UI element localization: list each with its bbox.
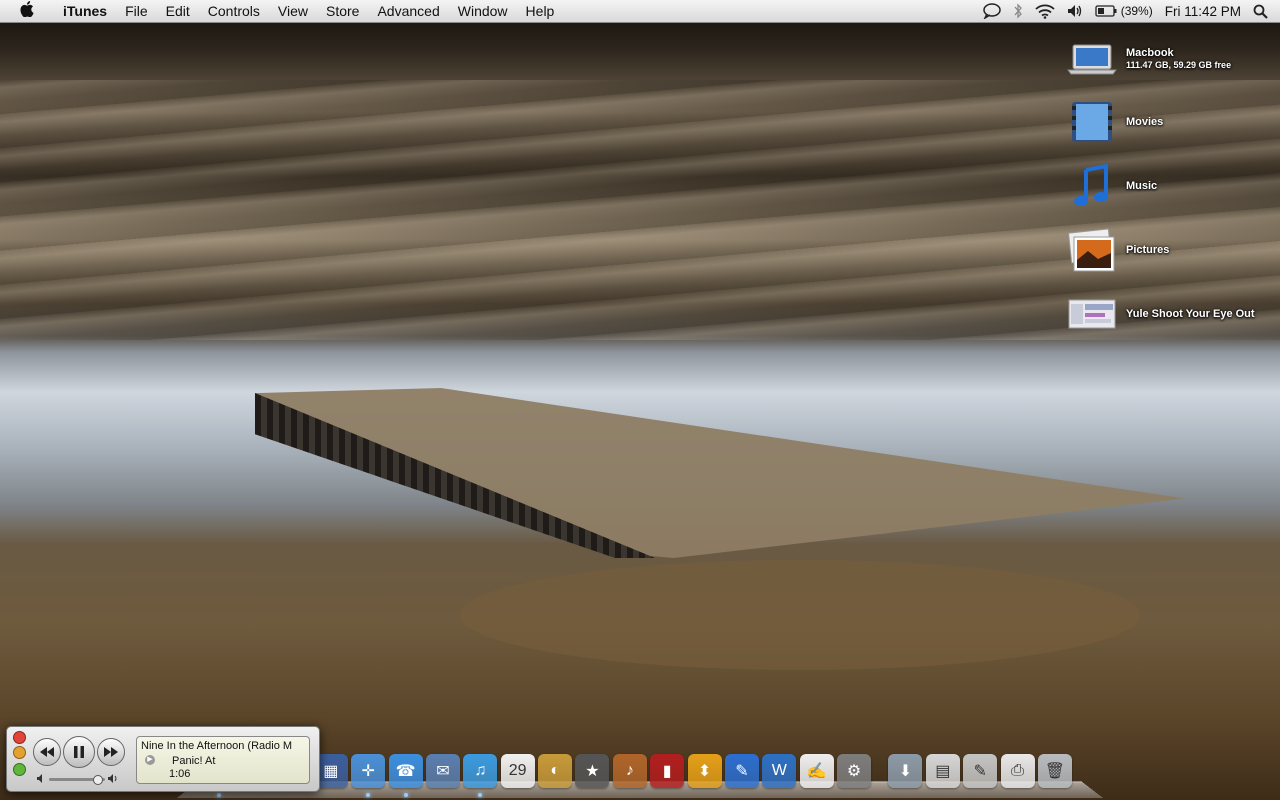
trash-icon[interactable]: 🗑 [1037, 754, 1072, 788]
menu-advanced[interactable]: Advanced [368, 3, 448, 19]
downloads-stack-icon[interactable]: ⬇ [888, 754, 923, 788]
volume-track[interactable] [49, 775, 105, 785]
menu-extras: (39%) Fri 11:42 PM [982, 3, 1280, 19]
music-folder-icon [1066, 163, 1118, 209]
ichat-icon[interactable] [982, 3, 1001, 19]
battery-icon[interactable]: (39%) [1095, 4, 1153, 18]
garageband-icon[interactable]: ♪ [612, 754, 647, 788]
pause-button[interactable] [63, 736, 95, 768]
itunes-mini-player: Nine In the Afternoon (Radio M ▶ Panic! … [6, 726, 320, 792]
quill-icon[interactable]: ✎ [724, 754, 759, 788]
artist-name: Panic! At [172, 755, 216, 767]
minimize-button[interactable] [13, 746, 26, 759]
applications-stack-icon[interactable]: ✎ [963, 754, 998, 788]
close-button[interactable] [13, 731, 26, 744]
printer-icon[interactable]: ⎙ [1000, 754, 1035, 788]
desktop-icon-movies[interactable]: Movies [1066, 97, 1276, 147]
player-display[interactable]: Nine In the Afternoon (Radio M ▶ Panic! … [136, 736, 310, 784]
menu-app-name[interactable]: iTunes [54, 3, 116, 19]
spotlight-icon[interactable] [1253, 4, 1268, 19]
wallpaper-sand [460, 560, 1140, 670]
word-icon[interactable]: W [762, 754, 797, 788]
desktop-icon-pictures[interactable]: Pictures [1066, 225, 1276, 275]
display-mode-icon[interactable]: ▶ [145, 755, 155, 765]
ical-icon[interactable]: 29 [500, 754, 535, 788]
zoom-button[interactable] [13, 763, 26, 776]
desktop-icon-label: Yule Shoot Your Eye Out [1126, 308, 1255, 320]
desktop-icon-label: Music [1126, 180, 1158, 192]
battery-percent: (39%) [1120, 4, 1153, 18]
documents-stack-icon[interactable]: ▤ [925, 754, 960, 788]
menu-store[interactable]: Store [317, 3, 368, 19]
desktop-icon-macbook[interactable]: Macbook 111.47 GB, 59.29 GB free [1066, 34, 1276, 84]
volume-low-icon [37, 774, 46, 785]
safari-icon[interactable]: ✛ [351, 754, 386, 797]
movies-folder-icon [1066, 99, 1118, 145]
menu-help[interactable]: Help [517, 3, 564, 19]
volume-knob[interactable] [92, 775, 103, 785]
dock: ☺◉▣▦✛☎✉♫29◐★♪▮⬍✎W✍⚙⬇▤✎⎙🗑 [200, 748, 1074, 797]
textedit-icon[interactable]: ✍ [799, 754, 834, 788]
desktop-icon-label: Pictures [1126, 244, 1170, 256]
track-title: Nine In the Afternoon (Radio M [141, 740, 293, 752]
pictures-folder-icon [1066, 227, 1118, 273]
imovie-icon[interactable]: ★ [575, 754, 610, 788]
menu-controls[interactable]: Controls [199, 3, 269, 19]
menu-edit[interactable]: Edit [157, 3, 199, 19]
iphoto-icon[interactable]: ◐ [538, 754, 573, 788]
volume-high-icon [108, 774, 119, 785]
elapsed-time: 1:06 [169, 768, 191, 780]
photo-booth-icon[interactable]: ▮ [650, 754, 685, 788]
desktop-icon-yule[interactable]: Yule Shoot Your Eye Out [1066, 289, 1276, 339]
system-preferences-icon[interactable]: ⚙ [837, 754, 872, 788]
bluetooth-icon[interactable] [1013, 3, 1023, 19]
previous-button[interactable] [33, 738, 61, 766]
desktop-icon-sublabel: 111.47 GB, 59.29 GB free [1126, 60, 1232, 70]
menu-bar: iTunes File Edit Controls View Store Adv… [0, 0, 1280, 23]
desktop-icon-label: Movies [1126, 116, 1164, 128]
transmit-icon[interactable]: ⬍ [687, 754, 722, 788]
next-button[interactable] [97, 738, 125, 766]
menu-clock[interactable]: Fri 11:42 PM [1165, 4, 1241, 19]
wifi-icon[interactable] [1035, 4, 1055, 19]
volume-icon[interactable] [1067, 4, 1083, 18]
menu-view[interactable]: View [269, 3, 317, 19]
mail-icon[interactable]: ✉ [425, 754, 460, 788]
desktop-icon-music[interactable]: Music [1066, 161, 1276, 211]
itunes-icon[interactable]: ♫ [463, 754, 498, 797]
menu-file[interactable]: File [116, 3, 157, 19]
desktop-icon-label: Macbook [1126, 47, 1174, 59]
dock-separator [873, 754, 887, 788]
apple-icon[interactable] [0, 1, 54, 21]
ichat-icon[interactable]: ☎ [388, 754, 423, 797]
volume-slider[interactable] [37, 774, 119, 785]
document-thumbnail-icon [1066, 291, 1118, 337]
menu-window[interactable]: Window [449, 3, 517, 19]
macbook-drive-icon [1066, 36, 1118, 82]
